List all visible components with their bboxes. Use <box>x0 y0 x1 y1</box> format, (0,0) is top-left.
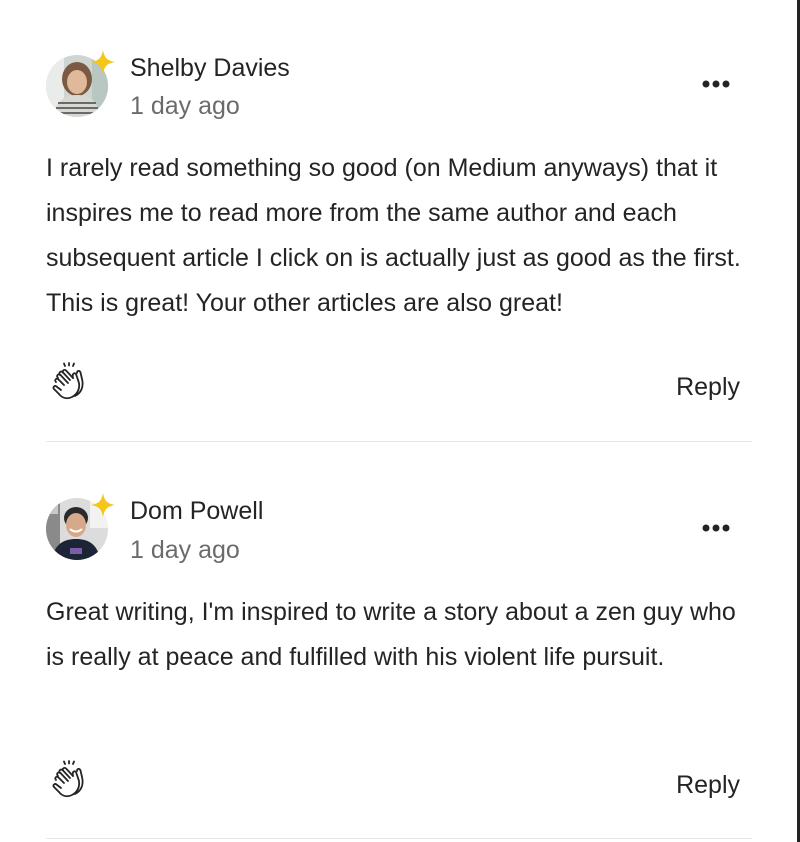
more-options-button[interactable] <box>698 518 734 538</box>
response-item: Dom Powell 1 day ago Great writing, I'm … <box>46 442 752 839</box>
more-dots-icon <box>702 524 730 532</box>
clap-icon <box>52 362 84 400</box>
clap-button[interactable] <box>48 362 90 404</box>
reply-button[interactable]: Reply <box>676 373 740 402</box>
response-divider <box>46 838 752 839</box>
star-badge-icon <box>91 50 115 74</box>
more-options-button[interactable] <box>698 74 734 94</box>
author-name[interactable]: Dom Powell <box>130 497 263 526</box>
responses-list: Shelby Davies 1 day ago I rarely read so… <box>46 0 752 839</box>
author-avatar[interactable] <box>46 50 115 117</box>
response-text: I rarely read something so good (on Medi… <box>46 154 741 317</box>
response-text: Great writing, I'm inspired to write a s… <box>46 598 736 671</box>
star-badge-icon <box>91 493 115 517</box>
response-timestamp[interactable]: 1 day ago <box>130 92 240 121</box>
author-name[interactable]: Shelby Davies <box>130 54 290 83</box>
reply-button[interactable]: Reply <box>676 771 740 800</box>
clap-button[interactable] <box>48 760 90 802</box>
author-avatar[interactable] <box>46 493 115 560</box>
response-timestamp[interactable]: 1 day ago <box>130 536 240 565</box>
more-dots-icon <box>702 80 730 88</box>
clap-icon <box>52 760 84 798</box>
response-item: Shelby Davies 1 day ago I rarely read so… <box>46 0 752 442</box>
